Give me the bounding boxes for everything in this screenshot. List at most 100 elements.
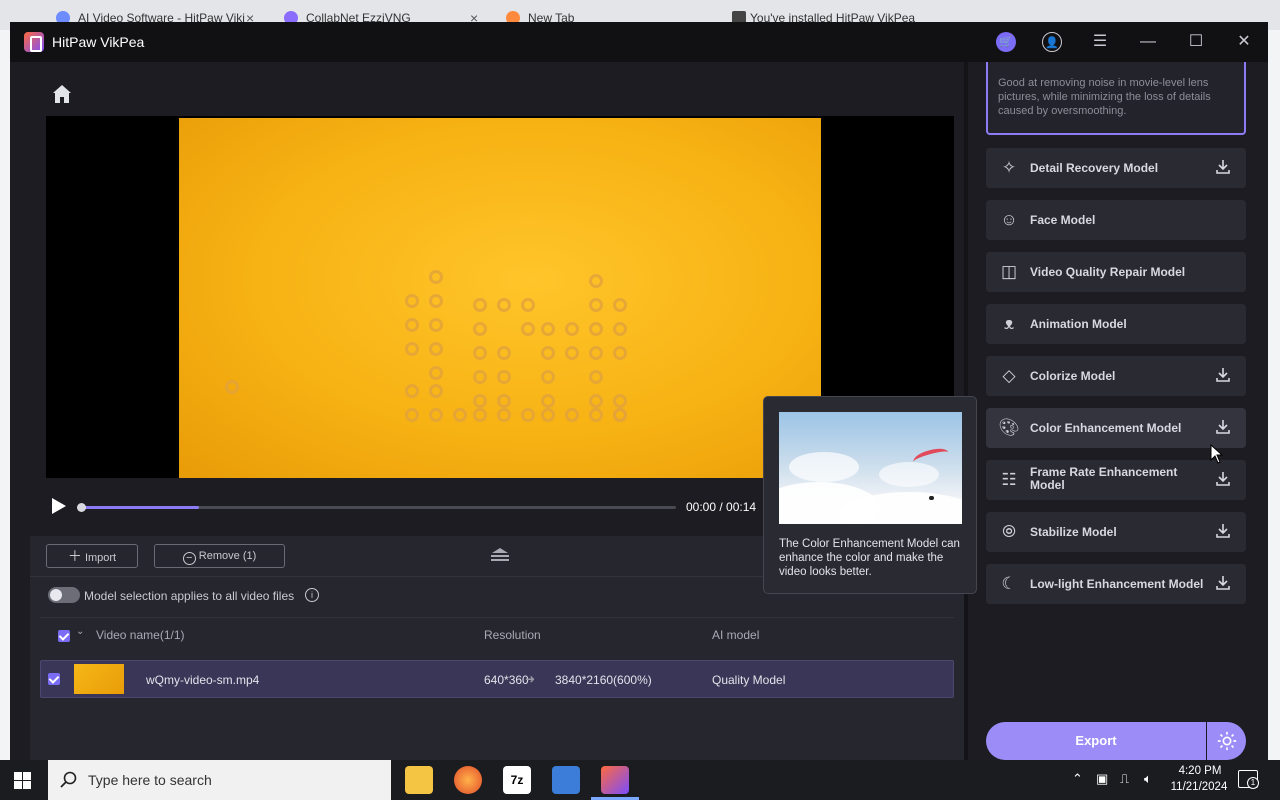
title-bar: HitPaw VikPea 🛒 👤 ☰ — ☐ ✕ [10, 22, 1268, 62]
download-icon[interactable] [1214, 158, 1232, 176]
info-icon[interactable]: i [305, 588, 319, 602]
network-icon[interactable]: ⎍ [1120, 771, 1129, 787]
model-stabilize[interactable]: ⦾ Stabilize Model [986, 512, 1246, 552]
clock-date[interactable]: 11/21/2024 [1164, 781, 1234, 793]
import-button[interactable]: ＋ Import [46, 544, 138, 568]
video-content [473, 298, 487, 312]
selected-model-card[interactable]: Good at removing noise in movie-level le… [986, 62, 1246, 135]
column-header-name: Video name(1/1) [96, 628, 185, 642]
video-content [613, 346, 627, 360]
video-content [521, 298, 535, 312]
video-content [589, 346, 603, 360]
video-content [589, 370, 603, 384]
video-content [429, 318, 443, 332]
table-row[interactable]: wQmy-video-sm.mp4 640*360 ➜ 3840*2160(60… [40, 660, 954, 698]
search-icon [60, 771, 77, 788]
volume-icon[interactable]: 🔈︎ [1144, 771, 1152, 787]
video-content [473, 394, 487, 408]
app-logo-icon [24, 32, 44, 52]
face-icon: ☺ [1000, 210, 1018, 229]
model-label: Color Enhancement Model [1030, 421, 1182, 435]
hitpaw-taskbar-icon[interactable] [601, 766, 629, 794]
download-icon[interactable] [1214, 574, 1232, 592]
clock-time[interactable]: 4:20 PM [1170, 765, 1230, 777]
collapse-panel-icon[interactable] [490, 548, 510, 562]
video-content [613, 394, 627, 408]
export-settings-button[interactable] [1207, 722, 1246, 760]
model-face[interactable]: ☺ Face Model [986, 200, 1246, 240]
minimize-icon[interactable]: — [1138, 32, 1158, 52]
maximize-icon[interactable]: ☐ [1186, 32, 1206, 52]
cart-icon[interactable]: 🛒 [996, 32, 1016, 52]
sparkle-image-icon: ✧ [1001, 158, 1017, 177]
model-label: Face Model [1030, 213, 1096, 227]
apply-all-toggle[interactable] [48, 587, 80, 603]
gear-icon [1217, 731, 1237, 751]
export-button[interactable]: Export [986, 722, 1206, 760]
moon-icon: ☾ [1001, 574, 1017, 593]
chevron-up-icon[interactable]: ⌃ [1072, 771, 1083, 787]
notification-icon[interactable]: 1 [1238, 770, 1259, 789]
menu-icon[interactable]: ☰ [1090, 32, 1110, 52]
video-content [497, 298, 511, 312]
model-panel: Good at removing noise in movie-level le… [968, 62, 1268, 760]
select-all-checkbox[interactable] [58, 630, 70, 642]
seek-handle[interactable] [77, 503, 86, 512]
video-content [541, 370, 555, 384]
tray-app-icon[interactable]: ▣ [1096, 771, 1108, 787]
animal-face-icon: ᴥ [1003, 314, 1015, 333]
video-content [613, 408, 627, 422]
model-colorize[interactable]: ◇ Colorize Model [986, 356, 1246, 396]
app-title: HitPaw VikPea [52, 34, 145, 50]
account-icon[interactable]: 👤 [1042, 32, 1062, 52]
video-content [565, 346, 579, 360]
timecode: 00:00 / 00:14 [686, 500, 757, 514]
model-animation[interactable]: ᴥ Animation Model [986, 304, 1246, 344]
video-content [589, 298, 603, 312]
model-label: Colorize Model [1030, 369, 1116, 383]
model-detail-recovery[interactable]: ✧ Detail Recovery Model [986, 148, 1246, 188]
video-content [541, 322, 555, 336]
divider [40, 617, 954, 618]
video-content [565, 408, 579, 422]
app-window-icon[interactable] [552, 766, 580, 794]
chevron-down-icon[interactable]: ⌄ [76, 626, 84, 637]
video-content [473, 408, 487, 422]
video-content [429, 294, 443, 308]
model-low-light-enhancement[interactable]: ☾ Low-light Enhancement Model [986, 564, 1246, 604]
video-content [497, 394, 511, 408]
model-video-quality-repair[interactable]: ◫ Video Quality Repair Model [986, 252, 1246, 292]
firefox-icon[interactable] [454, 766, 482, 794]
remove-button[interactable]: − Remove (1) [154, 544, 285, 568]
video-content [521, 322, 535, 336]
model-frame-rate-enhancement[interactable]: ☷ Frame Rate Enhancement Model [986, 460, 1246, 500]
browser-scrollbar[interactable] [1268, 30, 1280, 760]
home-icon[interactable] [50, 82, 74, 106]
model-label: Low-light Enhancement Model [1030, 577, 1204, 591]
video-content [473, 346, 487, 360]
file-explorer-icon[interactable] [405, 766, 433, 794]
download-icon[interactable] [1214, 470, 1232, 488]
frames-icon: ☷ [1001, 470, 1017, 489]
video-content [497, 346, 511, 360]
7zip-icon[interactable]: 7z [503, 766, 531, 794]
download-icon[interactable] [1214, 522, 1232, 540]
video-content [497, 408, 511, 422]
download-icon[interactable] [1214, 418, 1232, 436]
row-checkbox[interactable] [48, 673, 60, 685]
apply-all-label: Model selection applies to all video fil… [84, 589, 295, 603]
minus-circle-icon: − [182, 552, 196, 565]
download-icon[interactable] [1214, 366, 1232, 384]
video-content [541, 394, 555, 408]
taskbar-search[interactable]: Type here to search [48, 760, 391, 800]
video-content [429, 408, 443, 422]
tooltip-preview-image [779, 412, 962, 524]
video-content [541, 408, 555, 422]
model-color-enhancement[interactable]: 🎨︎ Color Enhancement Model [986, 408, 1246, 448]
video-content [589, 274, 603, 288]
play-icon[interactable] [52, 498, 66, 514]
windows-start-icon[interactable] [14, 772, 31, 789]
seek-bar[interactable] [77, 503, 676, 512]
paraglider-icon [911, 445, 951, 469]
close-icon[interactable]: ✕ [1234, 32, 1254, 52]
